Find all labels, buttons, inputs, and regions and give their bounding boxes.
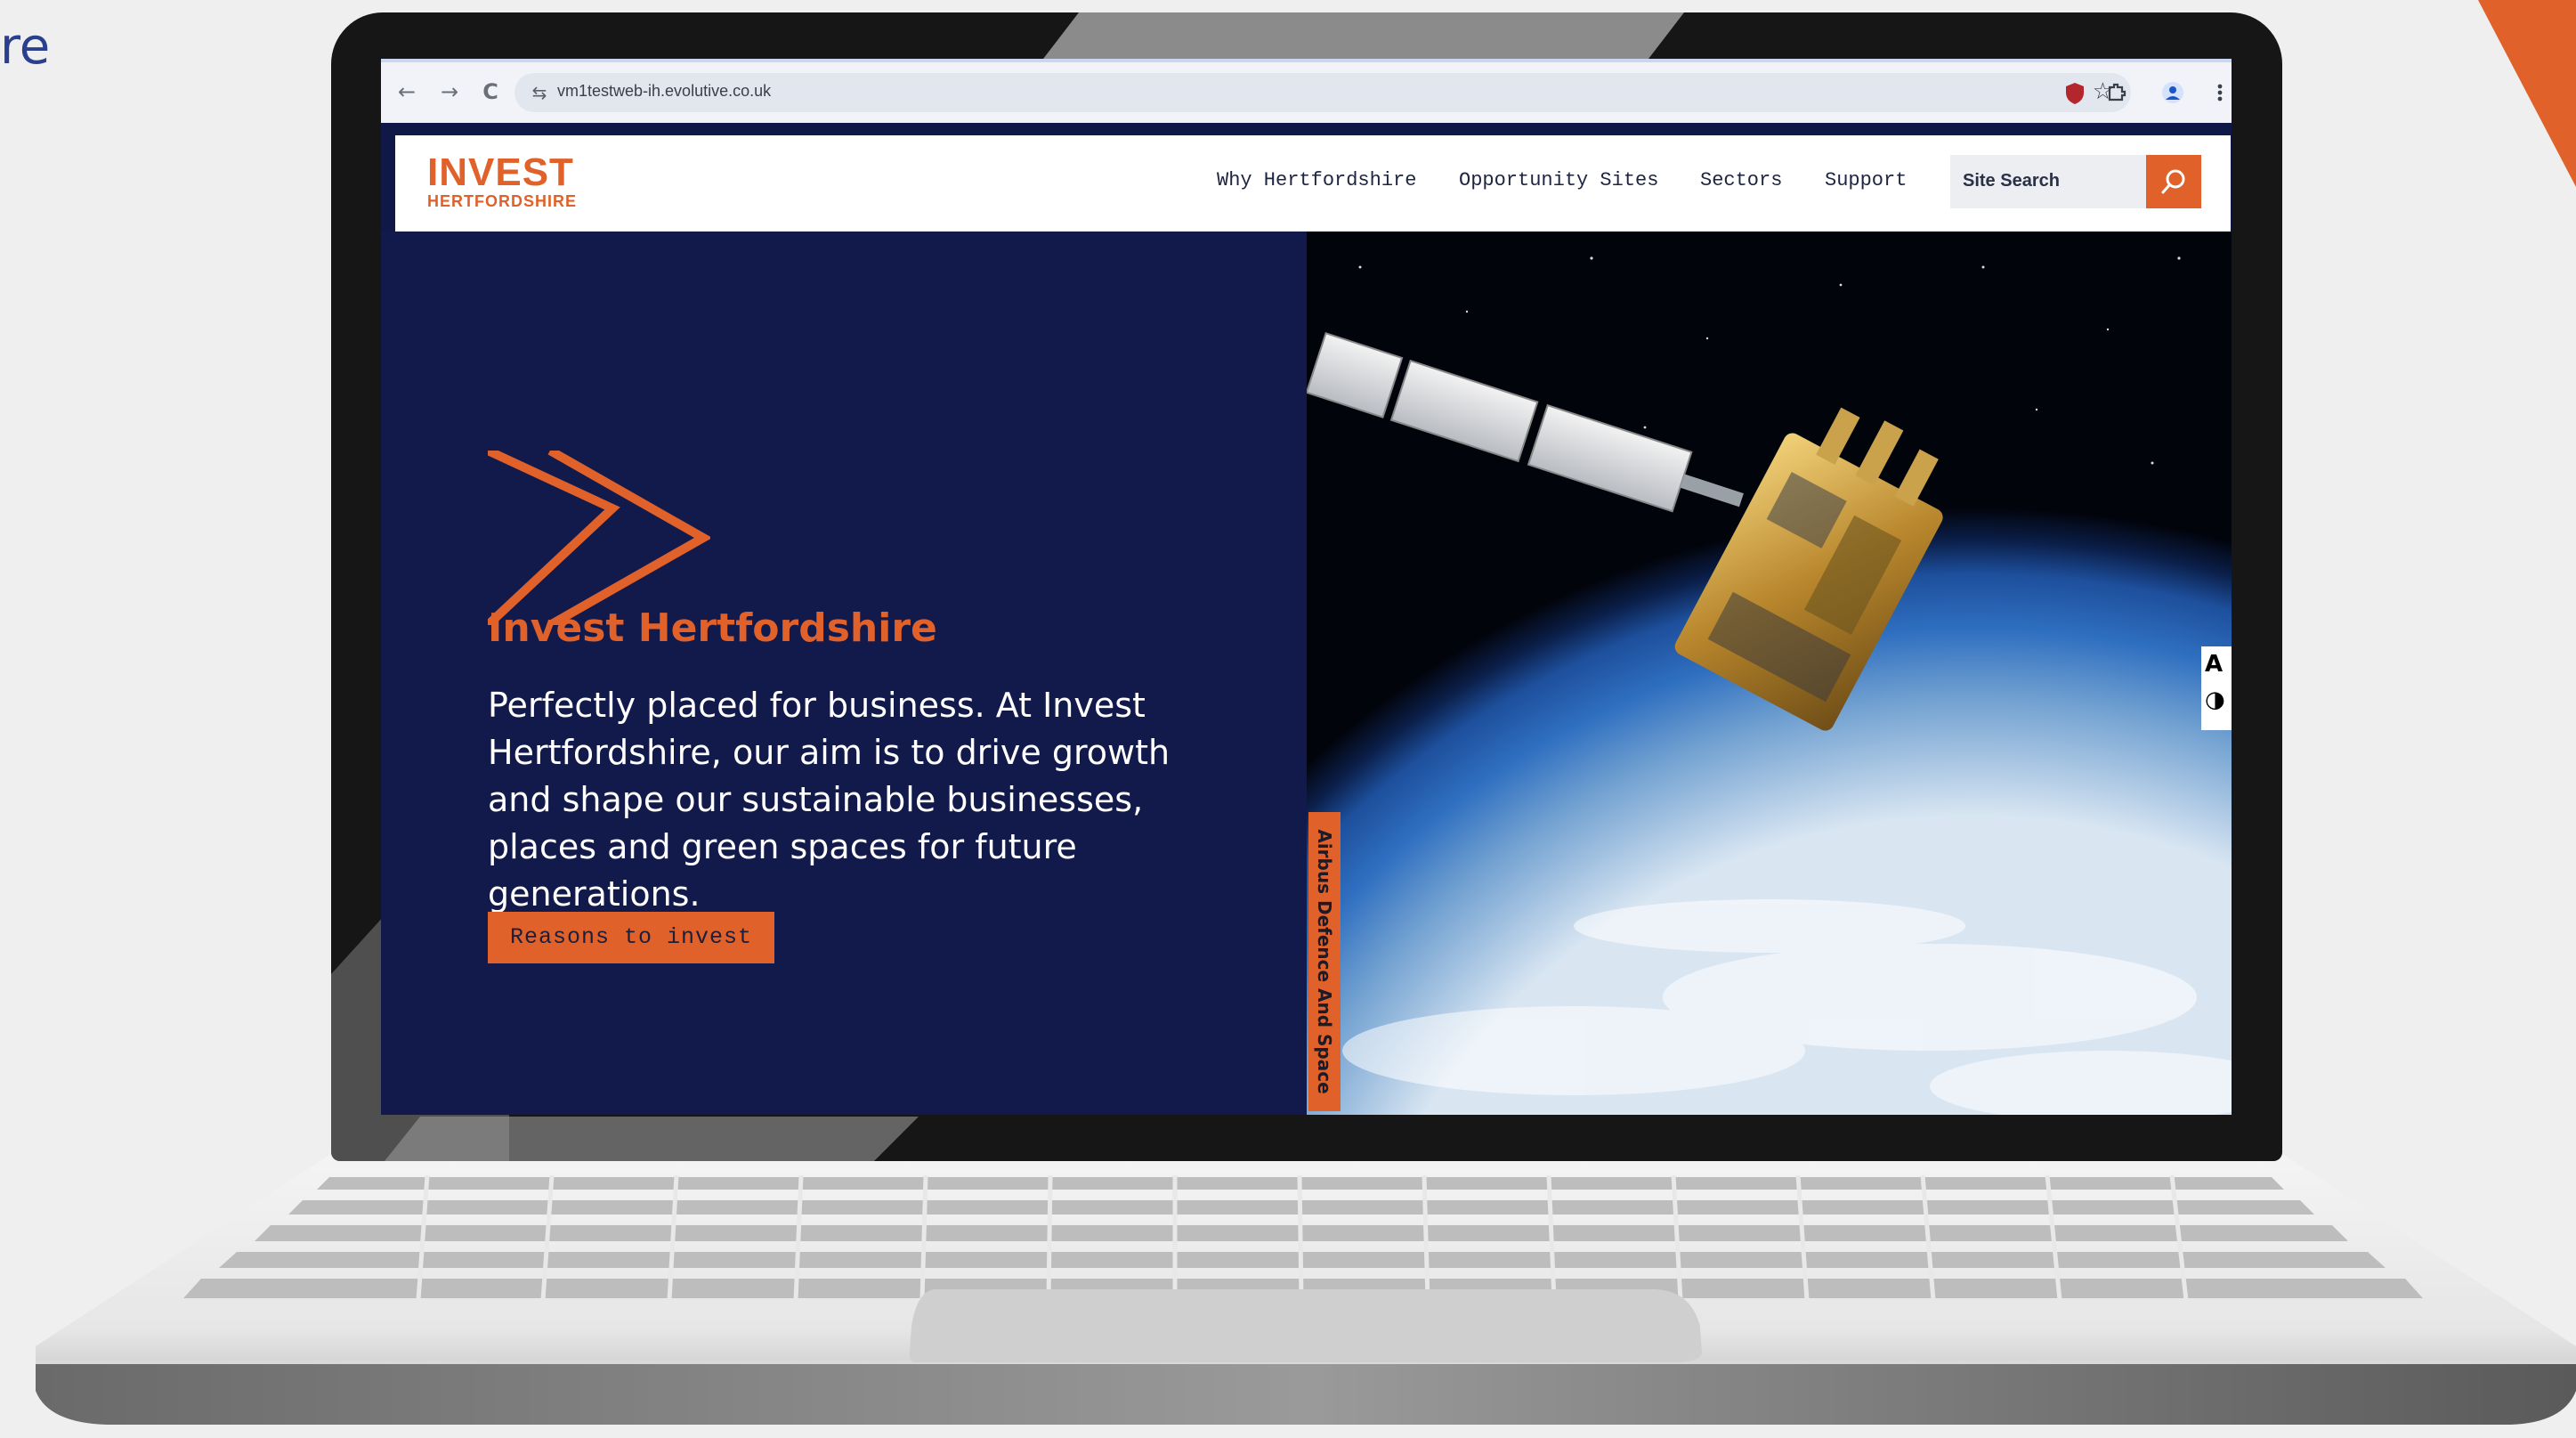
reload-icon[interactable]: C: [477, 78, 504, 105]
site-search-input[interactable]: Site Search: [1950, 155, 2146, 208]
hero-panel: [381, 232, 1307, 1115]
logo-wordmark: INVEST: [427, 150, 574, 194]
menu-icon[interactable]: [2207, 82, 2232, 107]
site-settings-icon[interactable]: ⇆: [527, 80, 552, 105]
hero-satellite-image: [1307, 232, 2232, 1115]
search-button[interactable]: [2146, 155, 2201, 208]
nav-opportunity-sites[interactable]: Opportunity Sites: [1459, 169, 1658, 191]
text-size-icon[interactable]: A: [2201, 646, 2232, 682]
chevron-arrows-icon: [488, 451, 710, 625]
nav-why-hertfordshire[interactable]: Why Hertfordshire: [1217, 169, 1416, 191]
address-bar[interactable]: ⇆ vm1testweb-ih.evolutive.co.uk ☆: [514, 73, 2131, 112]
slide-title-fragment: re: [0, 18, 51, 76]
url-text[interactable]: vm1testweb-ih.evolutive.co.uk: [557, 82, 771, 101]
site-header: INVEST HERTFORDSHIRE Why Hertfordshire O…: [395, 135, 2231, 232]
invest-hertfordshire-logo[interactable]: INVEST HERTFORDSHIRE: [427, 150, 578, 211]
site-search-placeholder: Site Search: [1963, 171, 2060, 191]
search-icon: [2161, 169, 2185, 194]
hero-title: Invest Hertfordshire: [488, 605, 937, 651]
browser-screen: ← → C ⇆ vm1testweb-ih.evolutive.co.uk ☆ …: [381, 59, 2232, 1115]
hero-description: Perfectly placed for business. At Invest…: [488, 686, 1171, 914]
shield-extension-icon[interactable]: [2062, 82, 2087, 107]
accessibility-toolbar: A ◑: [2201, 646, 2232, 730]
logo-subtitle: HERTFORDSHIRE: [427, 192, 578, 210]
profile-icon[interactable]: [2160, 82, 2185, 107]
contrast-icon[interactable]: ◑: [2201, 682, 2232, 718]
back-icon[interactable]: ←: [393, 78, 420, 105]
browser-toolbar: ← → C ⇆ vm1testweb-ih.evolutive.co.uk ☆: [381, 59, 2232, 123]
image-credit-label: Airbus Defence And Space: [1314, 829, 1335, 1094]
nav-support[interactable]: Support: [1825, 169, 1907, 191]
nav-sectors[interactable]: Sectors: [1700, 169, 1782, 191]
image-credit-tab: Airbus Defence And Space: [1308, 812, 1341, 1111]
forward-icon[interactable]: →: [436, 78, 463, 105]
reasons-to-invest-button[interactable]: Reasons to invest: [488, 912, 774, 963]
corner-accent-shape: [2478, 0, 2576, 187]
puzzle-extension-icon[interactable]: [2104, 82, 2129, 107]
